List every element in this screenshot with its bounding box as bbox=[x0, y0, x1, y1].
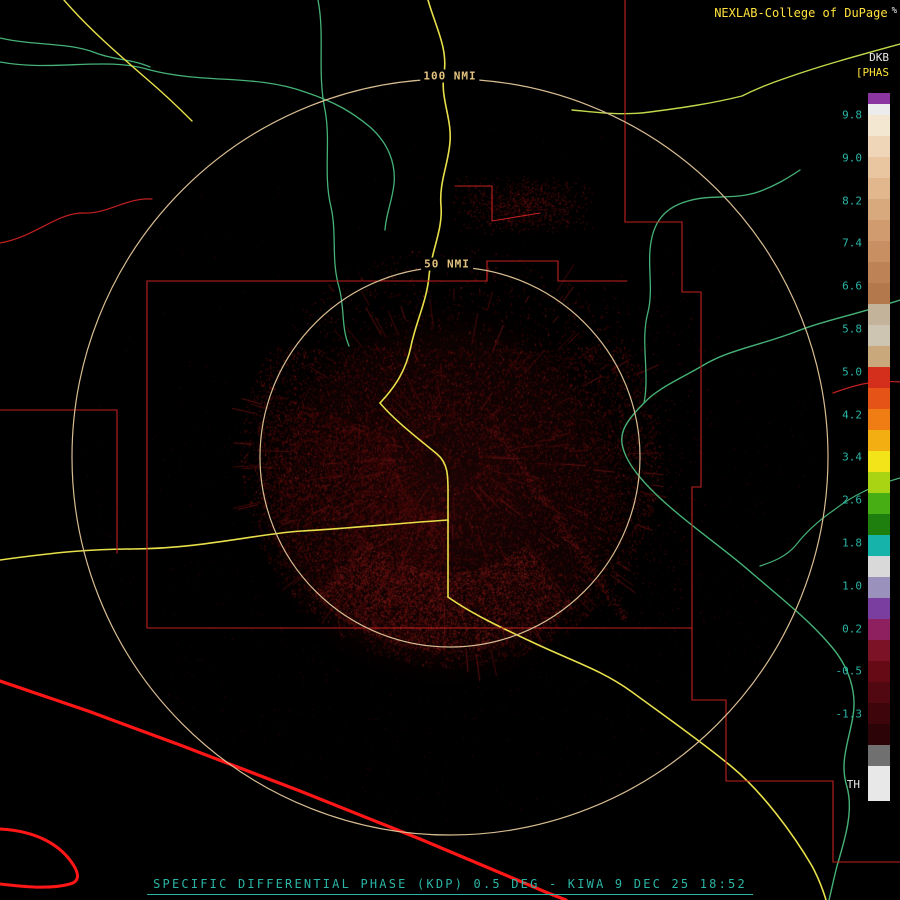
colorbar-segment bbox=[868, 262, 890, 283]
colorbar-segment bbox=[868, 535, 890, 556]
road-line bbox=[571, 43, 900, 115]
colorbar-tick-label: 3.4 bbox=[842, 450, 862, 464]
colorbar-tick-label: -0.5 bbox=[835, 664, 863, 678]
range-ring-50nmi bbox=[259, 266, 641, 648]
colorbar-tick-label: 6.6 bbox=[842, 279, 862, 293]
highway-line bbox=[0, 519, 449, 561]
colorbar-scale-label: [PHAS bbox=[855, 66, 889, 79]
colorbar-segment bbox=[868, 472, 890, 493]
colorbar-segment bbox=[868, 104, 890, 115]
colorbar-segment bbox=[868, 178, 890, 199]
colorbar-segment bbox=[868, 640, 890, 661]
colorbar-segment bbox=[868, 556, 890, 577]
brand-logo-mark: % bbox=[891, 6, 897, 16]
colorbar-segment bbox=[868, 283, 890, 304]
colorbar-tick-label: 5.0 bbox=[842, 365, 862, 379]
colorbar-tick-label: 7.4 bbox=[842, 236, 862, 250]
river-line bbox=[0, 61, 395, 231]
colorbar-segment bbox=[868, 93, 890, 104]
colorbar-tick-label: 8.2 bbox=[842, 194, 862, 208]
colorbar-segment bbox=[868, 388, 890, 409]
colorbar-segment bbox=[868, 157, 890, 178]
colorbar bbox=[868, 93, 890, 801]
county-line bbox=[0, 409, 118, 554]
colorbar-tick-label: -1.3 bbox=[835, 707, 863, 721]
colorbar-segment bbox=[868, 493, 890, 514]
colorbar-segment bbox=[868, 367, 890, 388]
highway-line bbox=[447, 596, 827, 900]
colorbar-tick-label: 1.8 bbox=[842, 536, 862, 550]
colorbar-segment bbox=[868, 220, 890, 241]
colorbar-segment bbox=[868, 514, 890, 535]
county-line bbox=[624, 0, 702, 629]
colorbar-tick-label: 4.2 bbox=[842, 408, 862, 422]
colorbar-segment bbox=[868, 577, 890, 598]
colorbar-segment bbox=[868, 430, 890, 451]
colorbar-segment bbox=[868, 661, 890, 682]
colorbar-tick-label: 5.8 bbox=[842, 322, 862, 336]
colorbar-segment bbox=[868, 703, 890, 724]
colorbar-tick-label: 1.0 bbox=[842, 579, 862, 593]
colorbar-segment bbox=[868, 325, 890, 346]
highway-line bbox=[379, 402, 449, 522]
colorbar-segment bbox=[868, 451, 890, 472]
colorbar-segment bbox=[868, 766, 890, 801]
colorbar-segment bbox=[868, 346, 890, 367]
border-line bbox=[0, 679, 568, 900]
status-bar: SPECIFIC DIFFERENTIAL PHASE (KDP) 0.5 DE… bbox=[147, 877, 753, 895]
colorbar-segment bbox=[868, 304, 890, 325]
colorbar-segment bbox=[868, 115, 890, 136]
border-line bbox=[0, 827, 79, 889]
river-line bbox=[317, 0, 350, 347]
radar-viewport: 100 NMI 50 NMI NEXLAB-College of DuPage … bbox=[0, 0, 900, 900]
colorbar-segment bbox=[868, 682, 890, 703]
colorbar-unit-label: DKB bbox=[869, 51, 889, 64]
range-ring-label-100nmi: 100 NMI bbox=[420, 69, 480, 83]
colorbar-segment bbox=[868, 619, 890, 640]
colorbar-segment bbox=[868, 598, 890, 619]
colorbar-scale-label-bottom: TH bbox=[846, 778, 860, 791]
colorbar-tick-label: 9.8 bbox=[842, 108, 862, 122]
range-ring-100nmi bbox=[71, 78, 829, 836]
colorbar-tick-label: 2.6 bbox=[842, 493, 862, 507]
colorbar-segment bbox=[868, 199, 890, 220]
colorbar-tick-label: 0.2 bbox=[842, 622, 862, 636]
range-ring-label-50nmi: 50 NMI bbox=[421, 257, 473, 271]
river-line bbox=[621, 299, 900, 900]
brand-row: NEXLAB-College of DuPage % bbox=[714, 6, 897, 20]
county-line bbox=[454, 185, 541, 222]
brand-text: NEXLAB-College of DuPage bbox=[714, 6, 888, 20]
colorbar-tick-label: 9.0 bbox=[842, 151, 862, 165]
colorbar-segment bbox=[868, 745, 890, 766]
county-line bbox=[0, 198, 153, 244]
colorbar-segment bbox=[868, 136, 890, 157]
colorbar-segment bbox=[868, 724, 890, 745]
river-line bbox=[643, 169, 801, 404]
map-overlay bbox=[0, 0, 900, 900]
colorbar-segment bbox=[868, 241, 890, 262]
colorbar-segment bbox=[868, 409, 890, 430]
